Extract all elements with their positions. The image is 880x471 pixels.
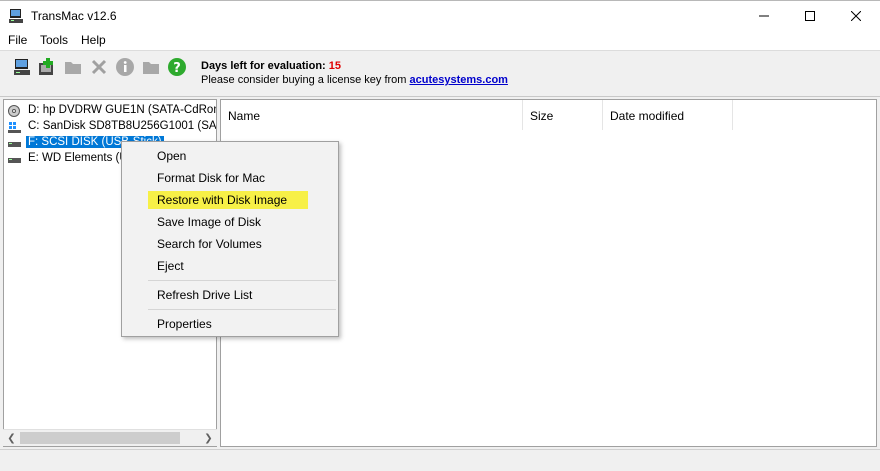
delete-icon [91, 59, 107, 75]
help-icon[interactable]: ? [167, 57, 187, 77]
menu-item-search-volumes[interactable]: Search for Volumes [157, 237, 262, 251]
tree-item-c-drive[interactable]: C: SanDisk SD8TB8U256G1001 (SATA [4, 119, 217, 135]
evaluation-notice: Days left for evaluation: 15 [201, 60, 342, 72]
new-image-icon[interactable] [37, 57, 57, 77]
disk-drive-icon [8, 142, 21, 147]
license-notice: Please consider buying a license key fro… [201, 74, 508, 86]
tree-item-label: C: SanDisk SD8TB8U256G1001 (SATA [28, 120, 217, 132]
tree-horizontal-scrollbar[interactable]: ❮ ❯ [3, 429, 217, 446]
tree-item-label: D: hp DVDRW GUE1N (SATA-CdRom) [28, 104, 217, 116]
folder-icon [65, 62, 81, 74]
disk-drive-icon [8, 158, 21, 163]
title-bar: TransMac v12.6 [0, 0, 880, 30]
menu-item-refresh-drive-list[interactable]: Refresh Drive List [157, 288, 252, 302]
menu-help[interactable]: Help [81, 33, 106, 47]
menu-tools[interactable]: Tools [40, 33, 68, 47]
scroll-right-icon[interactable]: ❯ [200, 430, 217, 447]
menu-item-format-disk[interactable]: Format Disk for Mac [157, 171, 265, 185]
cd-drive-icon [8, 105, 20, 117]
column-header-date-modified[interactable]: Date modified [603, 100, 733, 130]
maximize-button[interactable] [787, 1, 833, 31]
close-button[interactable] [833, 1, 879, 31]
info-icon [116, 58, 134, 76]
menu-separator [148, 309, 336, 310]
menu-item-eject[interactable]: Eject [157, 259, 184, 273]
context-menu: Open Format Disk for Mac Restore with Di… [121, 141, 339, 337]
drive-icon[interactable] [12, 57, 32, 77]
column-header-name[interactable]: Name [221, 100, 523, 130]
menu-file[interactable]: File [8, 33, 27, 47]
maximize-icon [805, 11, 815, 21]
scroll-left-icon[interactable]: ❮ [3, 430, 20, 447]
license-link[interactable]: acutesystems.com [410, 74, 508, 86]
menu-item-restore-disk-image[interactable]: Restore with Disk Image [148, 191, 308, 209]
toolbar: ? Days left for evaluation: 15 Please co… [0, 50, 880, 97]
window-title: TransMac v12.6 [31, 9, 117, 23]
minimize-button[interactable] [741, 1, 787, 31]
tree-item-d-drive[interactable]: D: hp DVDRW GUE1N (SATA-CdRom) [4, 103, 217, 119]
close-icon [851, 11, 861, 21]
menu-item-save-image[interactable]: Save Image of Disk [157, 215, 261, 229]
status-bar [0, 449, 880, 471]
menu-bar: File Tools Help [0, 30, 880, 50]
app-icon [9, 9, 23, 23]
menu-item-properties[interactable]: Properties [157, 317, 212, 331]
scroll-thumb[interactable] [20, 432, 180, 444]
windows-drive-icon [8, 122, 21, 133]
new-folder-icon [143, 62, 159, 74]
menu-separator [148, 280, 336, 281]
svg-text:?: ? [173, 61, 181, 76]
menu-item-open[interactable]: Open [157, 149, 186, 163]
column-header-size[interactable]: Size [523, 100, 603, 130]
minimize-icon [759, 15, 769, 17]
days-left-count: 15 [328, 60, 342, 72]
